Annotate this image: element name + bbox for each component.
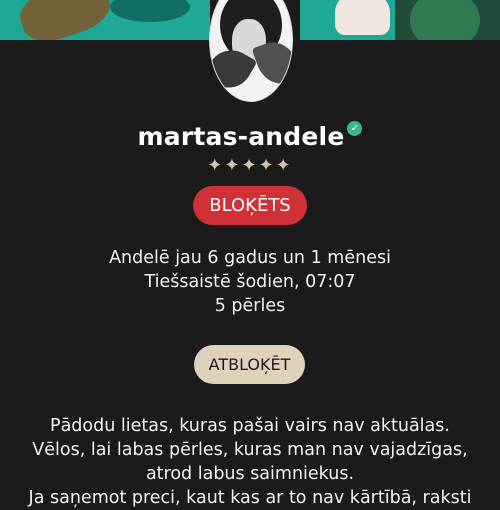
verified-check-icon: ✓ xyxy=(347,121,363,136)
profile-info: Andelē jau 6 gadus un 1 mēnesi Tiešsaist… xyxy=(0,246,500,318)
bio-line: Ja saņemot preci, kaut kas ar to nav kār… xyxy=(28,488,472,508)
member-since-text: Andelē jau 6 gadus un 1 mēnesi xyxy=(109,248,391,268)
rating-stars: ✦✦✦✦✦ xyxy=(207,155,293,176)
bio-line: Vēlos, lai labas pērles, kuras man nav v… xyxy=(32,440,468,460)
unblock-button[interactable]: ATBLOĶĒT xyxy=(194,345,305,384)
bio-line: Pādodu lietas, kuras pašai vairs nav akt… xyxy=(50,416,450,436)
bio-line: atrod labus saimniekus. xyxy=(145,464,355,484)
avatar[interactable] xyxy=(209,0,293,102)
username-row: martas-andele ✓ xyxy=(0,121,500,151)
username: martas-andele xyxy=(137,122,345,151)
blocked-status-badge: BLOĶĒTS xyxy=(193,186,307,225)
last-online-text: Tiešsaistē šodien, 07:07 xyxy=(144,272,356,292)
profile-bio: Pādodu lietas, kuras pašai vairs nav akt… xyxy=(0,414,500,510)
pearls-count: 5 pērles xyxy=(214,296,286,316)
